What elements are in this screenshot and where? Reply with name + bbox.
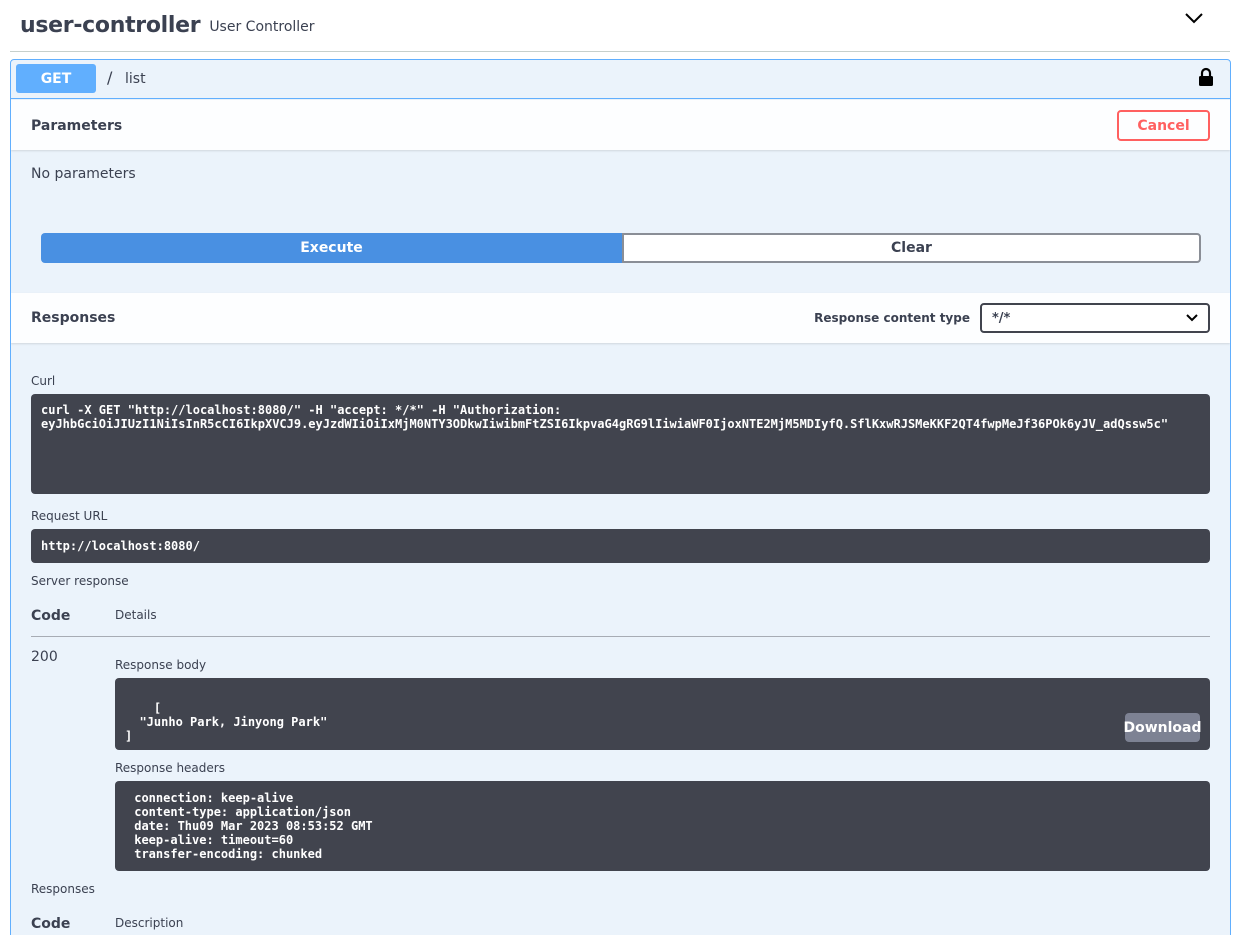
parameters-header: Parameters Cancel — [11, 100, 1230, 150]
download-button[interactable]: Download — [1123, 713, 1202, 742]
response-content-type-label: Response content type — [814, 311, 970, 325]
request-url-value[interactable]: http://localhost:8080/ — [31, 529, 1210, 563]
no-parameters-text: No parameters — [31, 166, 136, 182]
responses-code-header: Code — [31, 916, 71, 932]
curl-command[interactable]: curl -X GET "http://localhost:8080/" -H … — [31, 394, 1210, 494]
chevron-down-icon[interactable] — [1184, 11, 1204, 25]
chevron-down-icon — [1186, 314, 1198, 322]
server-response-label: Server response — [31, 574, 129, 588]
operation-block: GET / list Parameters Cancel No paramete… — [10, 59, 1231, 935]
parameters-title: Parameters — [31, 118, 123, 134]
response-content-type-select[interactable]: */* — [980, 303, 1210, 333]
response-headers[interactable]: connection: keep-alive content-type: app… — [115, 781, 1210, 871]
details-column-header: Details — [115, 608, 157, 622]
response-status-code: 200 — [31, 649, 58, 665]
response-content-type-value: */* — [992, 310, 1011, 326]
responses-title: Responses — [31, 310, 116, 326]
clear-button[interactable]: Clear — [622, 233, 1201, 263]
curl-label: Curl — [31, 374, 56, 388]
response-body[interactable]: [ "Junho Park, Jinyong Park" ] Download — [115, 678, 1210, 750]
cancel-button[interactable]: Cancel — [1117, 110, 1210, 141]
operation-summary[interactable]: GET / list — [11, 60, 1230, 99]
responses-description-header: Description — [115, 916, 184, 930]
response-body-text: [ "Junho Park, Jinyong Park" ] — [125, 701, 328, 743]
responses-table-label: Responses — [31, 882, 95, 896]
response-headers-label: Response headers — [115, 761, 225, 775]
table-divider — [31, 636, 1210, 637]
operation-path: list — [125, 71, 146, 87]
code-column-header: Code — [31, 608, 71, 624]
request-url-label: Request URL — [31, 509, 108, 523]
lock-icon[interactable] — [1198, 67, 1214, 87]
responses-header: Responses Response content type */* — [11, 293, 1230, 343]
method-badge: GET — [16, 64, 96, 93]
execute-button[interactable]: Execute — [41, 233, 622, 263]
tag-description: User Controller — [209, 18, 315, 35]
tag-title: user-controller — [20, 13, 201, 38]
tag-header[interactable]: user-controller User Controller — [10, 0, 1230, 52]
path-separator: / — [107, 68, 113, 87]
response-body-label: Response body — [115, 658, 207, 672]
